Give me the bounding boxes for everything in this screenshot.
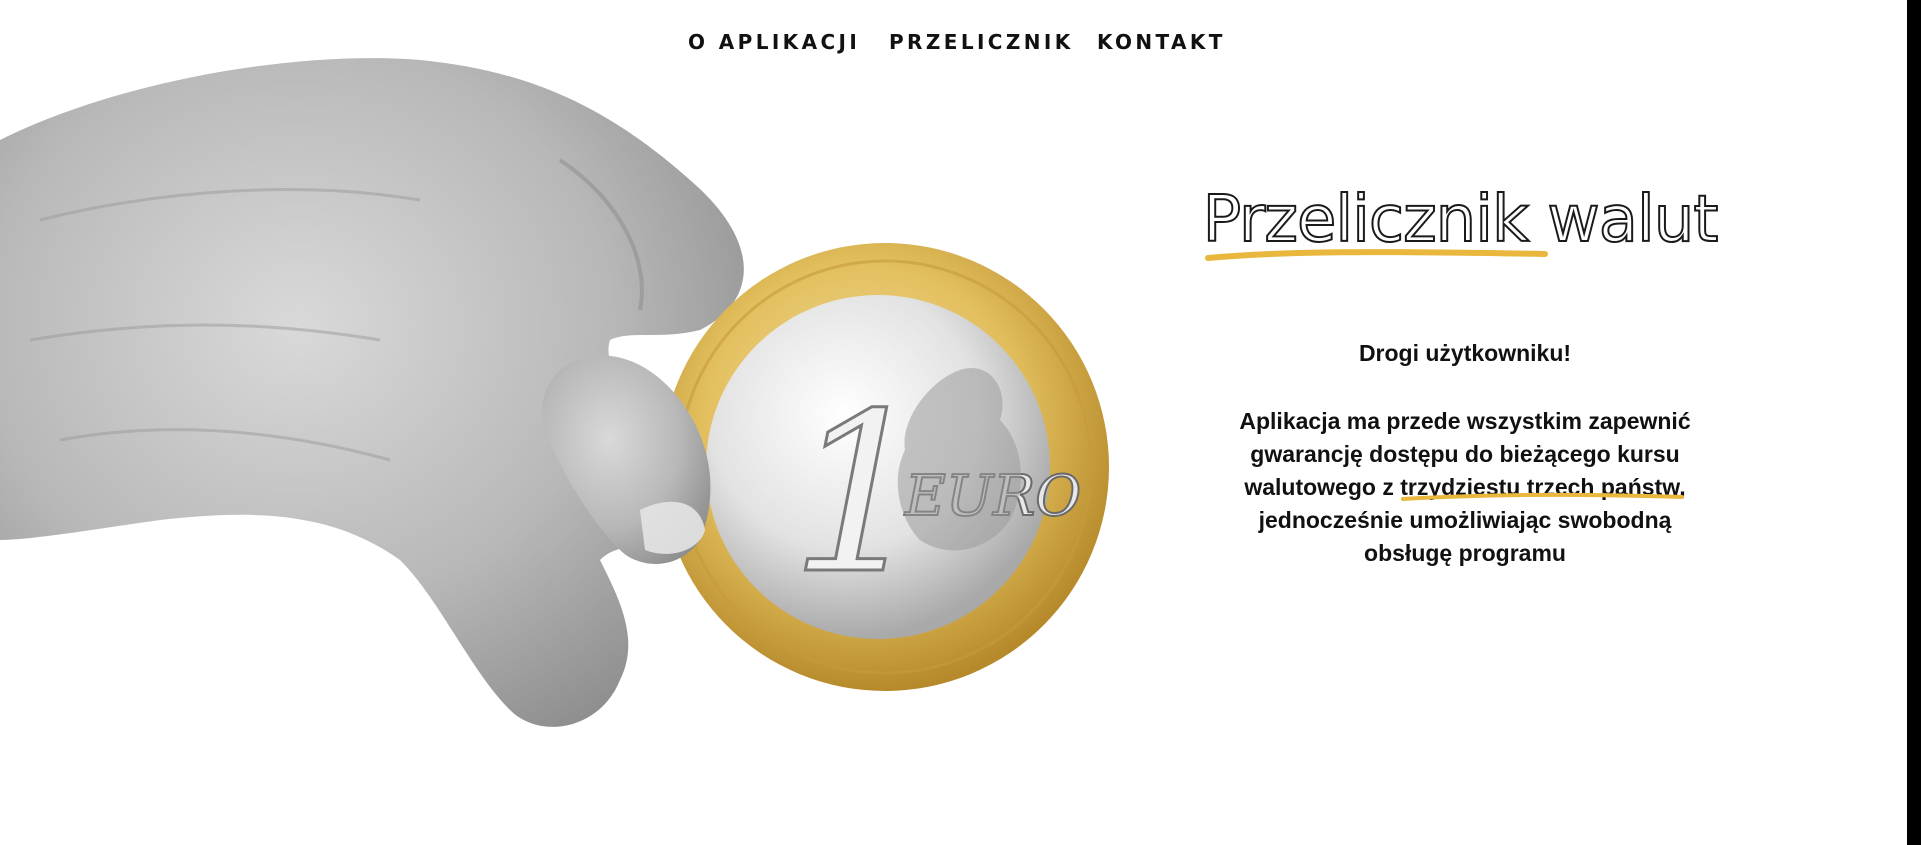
scrollbar[interactable] [1907,0,1921,845]
highlight-underline-brush [1401,492,1684,501]
description-text: Aplikacja ma przede wszystkim zapewnić g… [1225,405,1705,570]
description-line: jednocześnie umożliwiając swobodną [1258,507,1672,533]
hand-holding-euro-coin-image: 1 EURO [0,58,1109,727]
description-line: obsługę programu [1364,540,1566,566]
description-line: Aplikacja ma przede wszystkim zapewnić [1239,408,1691,434]
title-underline-brush [1205,249,1548,261]
euro-coin: 1 EURO [661,243,1109,691]
description-line: gwarancję dostępu do bieżącego kursu [1250,441,1680,467]
greeting-text: Drogi użytkowniku! [1358,340,1572,366]
